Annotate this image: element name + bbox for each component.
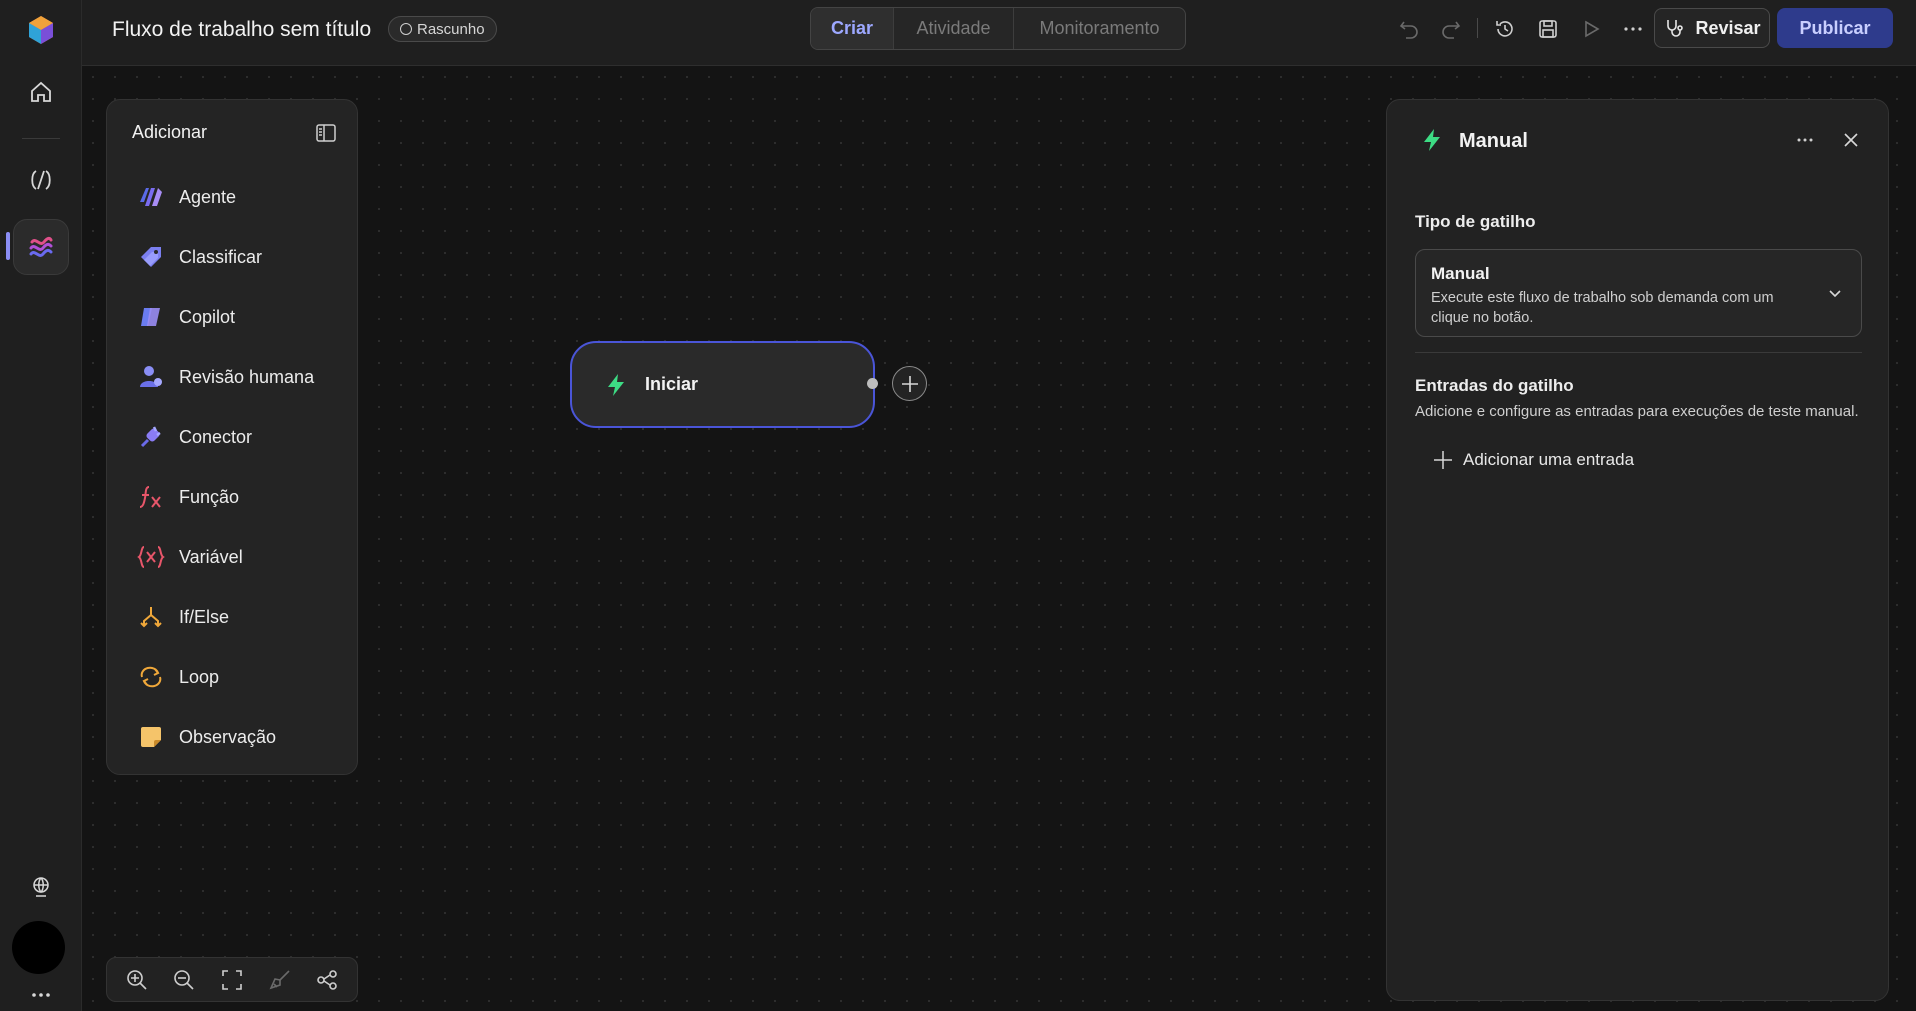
- add-input-label: Adicionar uma entrada: [1463, 450, 1635, 469]
- lightning-icon: [1424, 129, 1440, 151]
- person-icon: [137, 363, 165, 391]
- trigger-type-value: Manual: [1431, 264, 1490, 283]
- status-badge: Rascunho: [388, 16, 497, 42]
- tab-criar[interactable]: Criar: [811, 8, 893, 49]
- trigger-inputs-label: Entradas do gatilho: [1415, 376, 1574, 395]
- fit-screen-icon[interactable]: [218, 966, 246, 994]
- stethoscope-icon: [1667, 20, 1684, 37]
- close-icon[interactable]: [1837, 126, 1865, 154]
- more-icon[interactable]: [13, 982, 69, 1008]
- add-item-funcao[interactable]: Função: [137, 481, 239, 513]
- add-item-label: Revisão humana: [179, 366, 315, 387]
- add-item-label: Agente: [179, 186, 237, 207]
- add-item-label: Copilot: [179, 306, 236, 327]
- plus-icon: [901, 375, 918, 392]
- add-item-label: Função: [179, 486, 240, 507]
- add-item-conector[interactable]: Conector: [137, 421, 252, 453]
- trigger-inputs-description: Adicione e configure as entradas para ex…: [1415, 403, 1859, 420]
- properties-panel: Manual Tipo de gatilho Manual Execute es…: [1386, 99, 1889, 1001]
- panel-collapse-icon[interactable]: [313, 120, 339, 146]
- trigger-type-label: Tipo de gatilho: [1415, 212, 1536, 231]
- add-item-if-else[interactable]: If/Else: [137, 601, 229, 633]
- save-icon[interactable]: [1533, 14, 1563, 44]
- top-bar: Fluxo de trabalho sem título Rascunho Cr…: [82, 0, 1916, 66]
- section-divider: [1415, 352, 1862, 353]
- rail-divider: [22, 138, 60, 139]
- workflows-icon[interactable]: [13, 219, 69, 275]
- zoom-in-icon[interactable]: [123, 966, 151, 994]
- properties-title: Manual: [1459, 130, 1528, 152]
- trigger-type-select[interactable]: Manual Execute este fluxo de trabalho so…: [1415, 249, 1862, 337]
- home-icon[interactable]: [13, 64, 69, 120]
- tag-icon: [137, 243, 165, 271]
- add-item-copilot[interactable]: Copilot: [137, 301, 235, 333]
- add-item-label: Conector: [179, 426, 253, 447]
- trigger-type-description: Execute este fluxo de trabalho sob deman…: [1431, 290, 1774, 326]
- add-item-label: Loop: [179, 666, 220, 687]
- copilot-icon: [137, 303, 165, 331]
- globe-user-icon[interactable]: [13, 867, 69, 907]
- branch-icon: [137, 603, 165, 631]
- lightning-icon: [608, 373, 624, 396]
- avatar[interactable]: [12, 921, 65, 974]
- add-panel-title: Adicionar: [132, 122, 208, 142]
- add-item-label: If/Else: [179, 606, 230, 627]
- add-item-revisao-humana[interactable]: Revisão humana: [137, 361, 314, 393]
- redo-icon[interactable]: [1436, 14, 1466, 44]
- clean-up-brush-icon[interactable]: [266, 966, 294, 994]
- add-item-loop[interactable]: Loop: [137, 661, 219, 693]
- panel-more-icon[interactable]: [1791, 126, 1819, 154]
- status-badge-label: Rascunho: [417, 20, 485, 38]
- add-item-agente[interactable]: Agente: [137, 181, 236, 213]
- layout-graph-icon[interactable]: [313, 966, 341, 994]
- plus-icon: [1434, 451, 1452, 469]
- zoom-out-icon[interactable]: [170, 966, 198, 994]
- add-input-button[interactable]: Adicionar uma entrada: [1433, 450, 1634, 470]
- add-item-label: Observação: [179, 726, 277, 747]
- app-logo-icon[interactable]: [13, 2, 69, 58]
- review-button-label: Revisar: [1695, 17, 1761, 38]
- add-item-label: Variável: [179, 546, 243, 567]
- history-icon[interactable]: [1490, 14, 1520, 44]
- left-rail: [0, 0, 82, 1011]
- canvas-toolbar: [106, 957, 358, 1002]
- variable-icon: [137, 543, 165, 571]
- review-button[interactable]: Revisar: [1654, 8, 1770, 48]
- node-output-port[interactable]: [867, 378, 878, 389]
- publish-button[interactable]: Publicar: [1777, 8, 1893, 48]
- start-node[interactable]: Iniciar: [570, 341, 875, 428]
- tab-monitoramento[interactable]: Monitoramento: [1013, 8, 1185, 49]
- add-panel: Adicionar Agente Classificar Copilot Rev…: [106, 99, 358, 775]
- add-item-classificar[interactable]: Classificar: [137, 241, 262, 273]
- more-options-icon[interactable]: [1618, 14, 1648, 44]
- draft-circle-icon: [400, 23, 412, 35]
- loop-icon: [137, 663, 165, 691]
- add-item-variavel[interactable]: Variável: [137, 541, 243, 573]
- add-node-button[interactable]: [892, 366, 927, 401]
- chevron-down-icon: [1829, 290, 1841, 298]
- toolbar-divider: [1477, 18, 1478, 38]
- add-item-observacao[interactable]: Observação: [137, 721, 276, 753]
- tab-bar: Criar Atividade Monitoramento: [810, 7, 1186, 50]
- start-node-label: Iniciar: [645, 374, 699, 394]
- note-icon: [137, 723, 165, 751]
- undo-icon[interactable]: [1394, 14, 1424, 44]
- page-title: Fluxo de trabalho sem título: [112, 18, 372, 41]
- active-indicator: [6, 232, 10, 260]
- tab-atividade[interactable]: Atividade: [893, 8, 1013, 49]
- plug-icon: [137, 423, 165, 451]
- code-agent-icon[interactable]: [13, 152, 69, 208]
- play-icon[interactable]: [1576, 14, 1606, 44]
- agent-icon: [137, 183, 165, 211]
- add-item-label: Classificar: [179, 246, 263, 267]
- function-icon: [137, 483, 165, 511]
